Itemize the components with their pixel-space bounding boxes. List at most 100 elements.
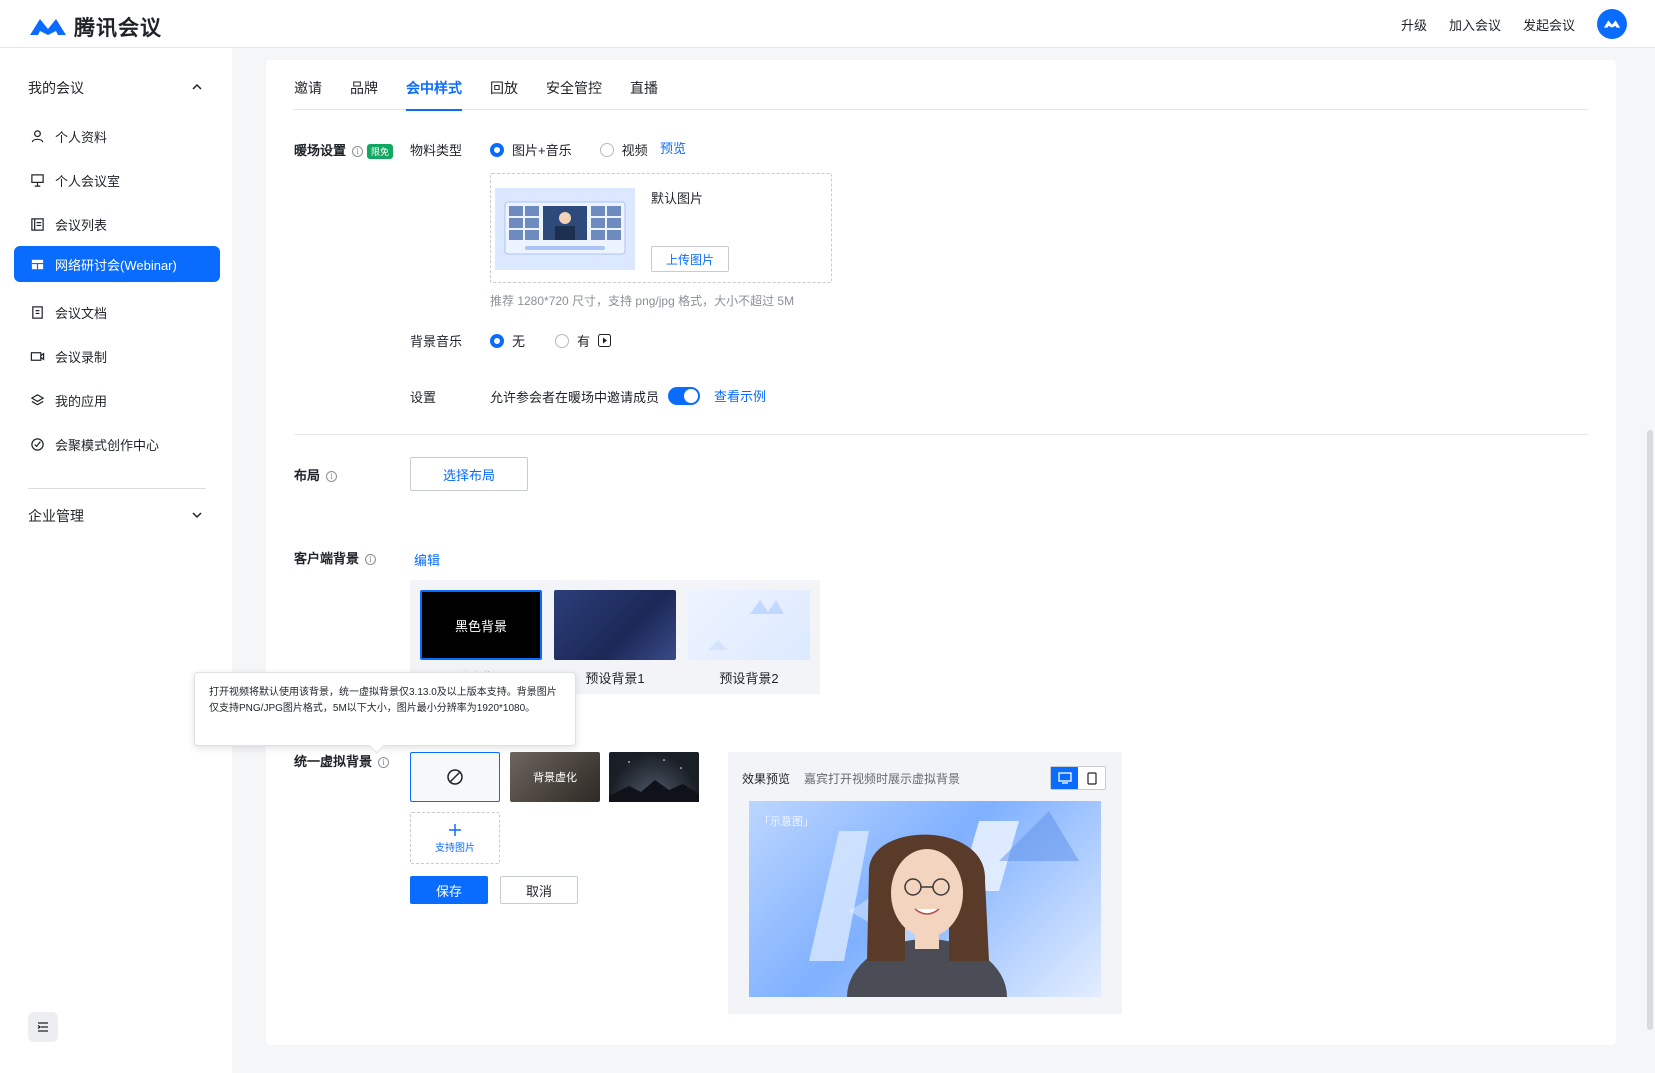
chevron-down-icon[interactable] (190, 508, 204, 522)
page-scrollbar[interactable] (1647, 430, 1653, 1030)
top-nav: 升级 加入会议 发起会议 (1401, 0, 1627, 48)
app-title: 腾讯会议 (74, 17, 162, 40)
sidebar-item-creation-center[interactable]: 会聚模式创作中心 (14, 426, 220, 462)
desktop-icon (1057, 772, 1072, 784)
radio-label: 有 (577, 334, 591, 349)
tencent-meeting-logo-icon (30, 19, 66, 35)
mobile-icon (1086, 771, 1097, 785)
bg-option-black[interactable]: 黑色背景 (420, 590, 542, 660)
preview-link[interactable]: 预览 (660, 138, 686, 157)
tab-live[interactable]: 直播 (630, 78, 658, 110)
vbg-option-blur[interactable]: 背景虚化 (510, 752, 600, 802)
plus-icon (449, 823, 461, 836)
info-icon[interactable]: i (365, 554, 377, 566)
effect-preview-panel: 效果预览 嘉宾打开视频时展示虚拟背景 「示意图」 (728, 752, 1122, 1014)
upload-image-button[interactable]: 上传图片 (651, 246, 729, 272)
none-icon (447, 769, 463, 785)
add-vbg-label: 支持图片 (435, 842, 475, 854)
upgrade-link[interactable]: 升级 (1401, 15, 1427, 34)
app-logo[interactable]: 腾讯会议 (28, 12, 162, 42)
avatar-logo-icon (1603, 20, 1621, 28)
preview-image: 「示意图」 (749, 801, 1101, 997)
material-type-label: 物料类型 (410, 143, 463, 158)
default-warmup-thumbnail (495, 188, 635, 270)
mountain-stars-icon (609, 759, 699, 802)
allow-invite-label: 允许参会者在暖场中邀请成员 (490, 390, 660, 405)
sidebar-item-recording[interactable]: 会议录制 (14, 338, 220, 374)
info-icon[interactable]: i (378, 757, 390, 769)
add-vbg-image-button[interactable]: 支持图片 (410, 812, 500, 864)
view-example-link[interactable]: 查看示例 (714, 386, 766, 405)
record-icon (30, 351, 45, 361)
sidebar-item-my-apps[interactable]: 我的应用 (14, 382, 220, 418)
client-bg-section-title: 客户端背景 i (294, 548, 377, 567)
sidebar: 我的会议 个人资料 个人会议室 会议列表 网络研讨会(Webinar) 会议文档… (0, 48, 232, 1073)
join-meeting-link[interactable]: 加入会议 (1449, 15, 1501, 34)
tab-bar: 邀请 品牌 会中样式 回放 安全管控 直播 (294, 78, 1588, 111)
radio-video[interactable]: 视频 (599, 140, 648, 159)
sidebar-group-enterprise[interactable]: 企业管理 (28, 506, 84, 526)
radio-dot (555, 333, 570, 348)
preview-subtitle: 嘉宾打开视频时展示虚拟背景 (804, 772, 961, 786)
sidebar-item-label: 我的应用 (55, 393, 108, 409)
sidebar-item-label: 个人会议室 (55, 173, 121, 189)
virtual-bg-tooltip: 打开视频将默认使用该背景，统一虚拟背景仅3.13.0及以上版本支持。背景图片仅支… (194, 672, 576, 746)
radio-label: 视频 (621, 143, 648, 158)
chevron-up-icon[interactable] (190, 80, 204, 94)
sidebar-item-label: 会议录制 (55, 349, 108, 365)
tab-in-meeting-style[interactable]: 会中样式 (406, 78, 462, 111)
play-icon[interactable] (598, 334, 612, 347)
warmup-title: 暖场设置 (294, 143, 347, 158)
tab-brand[interactable]: 品牌 (350, 78, 378, 110)
sidebar-item-meeting-list[interactable]: 会议列表 (14, 206, 220, 242)
save-button[interactable]: 保存 (410, 876, 488, 904)
vbg-option-starry[interactable] (609, 752, 699, 802)
sidebar-item-profile[interactable]: 个人资料 (14, 118, 220, 154)
default-image-label: 默认图片 (651, 191, 704, 206)
radio-label: 无 (512, 334, 526, 349)
meeting-grid-illustration-icon (495, 188, 635, 270)
desktop-view-button[interactable] (1051, 767, 1078, 789)
free-badge: 限免 (367, 144, 394, 160)
preview-watermark: 「示意图」 (759, 816, 814, 828)
bg-option-preset1[interactable] (554, 590, 676, 660)
mobile-view-button[interactable] (1078, 767, 1105, 789)
vbg-option-none[interactable] (410, 752, 500, 802)
virtual-bg-section-title: 统一虚拟背景 i (294, 751, 390, 770)
sidebar-item-label: 会议列表 (55, 217, 108, 233)
tab-playback[interactable]: 回放 (490, 78, 518, 110)
sidebar-item-label: 个人资料 (55, 129, 108, 145)
layout-section-title: 布局 i (294, 465, 338, 484)
user-icon (31, 129, 44, 142)
tooltip-text: 打开视频将默认使用该背景，统一虚拟背景仅3.13.0及以上版本支持。背景图片仅支… (209, 687, 557, 714)
select-layout-button[interactable]: 选择布局 (410, 457, 528, 491)
tab-invite[interactable]: 邀请 (294, 78, 322, 110)
radio-music-none[interactable]: 无 (490, 331, 525, 350)
document-icon (32, 305, 43, 319)
collapse-menu-icon (37, 1022, 48, 1032)
info-icon[interactable]: i (326, 471, 338, 483)
bg-option-preset2[interactable] (688, 590, 810, 660)
warmup-upload-box: 默认图片 上传图片 (490, 173, 832, 283)
radio-music-has[interactable]: 有 (555, 331, 612, 350)
sidebar-item-documents[interactable]: 会议文档 (14, 294, 220, 330)
info-icon[interactable]: i (352, 146, 364, 158)
device-toggle (1050, 766, 1106, 790)
apps-icon (30, 393, 45, 405)
bg-option-black-label: 黑色背景 (454, 618, 507, 634)
edit-client-bg-link[interactable]: 编辑 (414, 550, 440, 569)
sidebar-item-webinar[interactable]: 网络研讨会(Webinar) (14, 246, 220, 282)
allow-invite-toggle[interactable] (668, 387, 700, 405)
tab-security[interactable]: 安全管控 (546, 78, 602, 110)
sidebar-item-personal-room[interactable]: 个人会议室 (14, 162, 220, 198)
sidebar-group-my-meetings[interactable]: 我的会议 (28, 78, 84, 98)
avatar[interactable] (1597, 9, 1627, 39)
radio-image-music[interactable]: 图片+音乐 (490, 140, 572, 159)
sidebar-divider (28, 488, 206, 489)
warmup-section-title: 暖场设置 i 限免 (294, 140, 394, 160)
cancel-button[interactable]: 取消 (500, 876, 578, 904)
radio-dot (599, 142, 614, 157)
collapse-sidebar-button[interactable] (28, 1012, 58, 1042)
vbg-blur-label: 背景虚化 (533, 772, 577, 784)
start-meeting-link[interactable]: 发起会议 (1523, 15, 1575, 34)
